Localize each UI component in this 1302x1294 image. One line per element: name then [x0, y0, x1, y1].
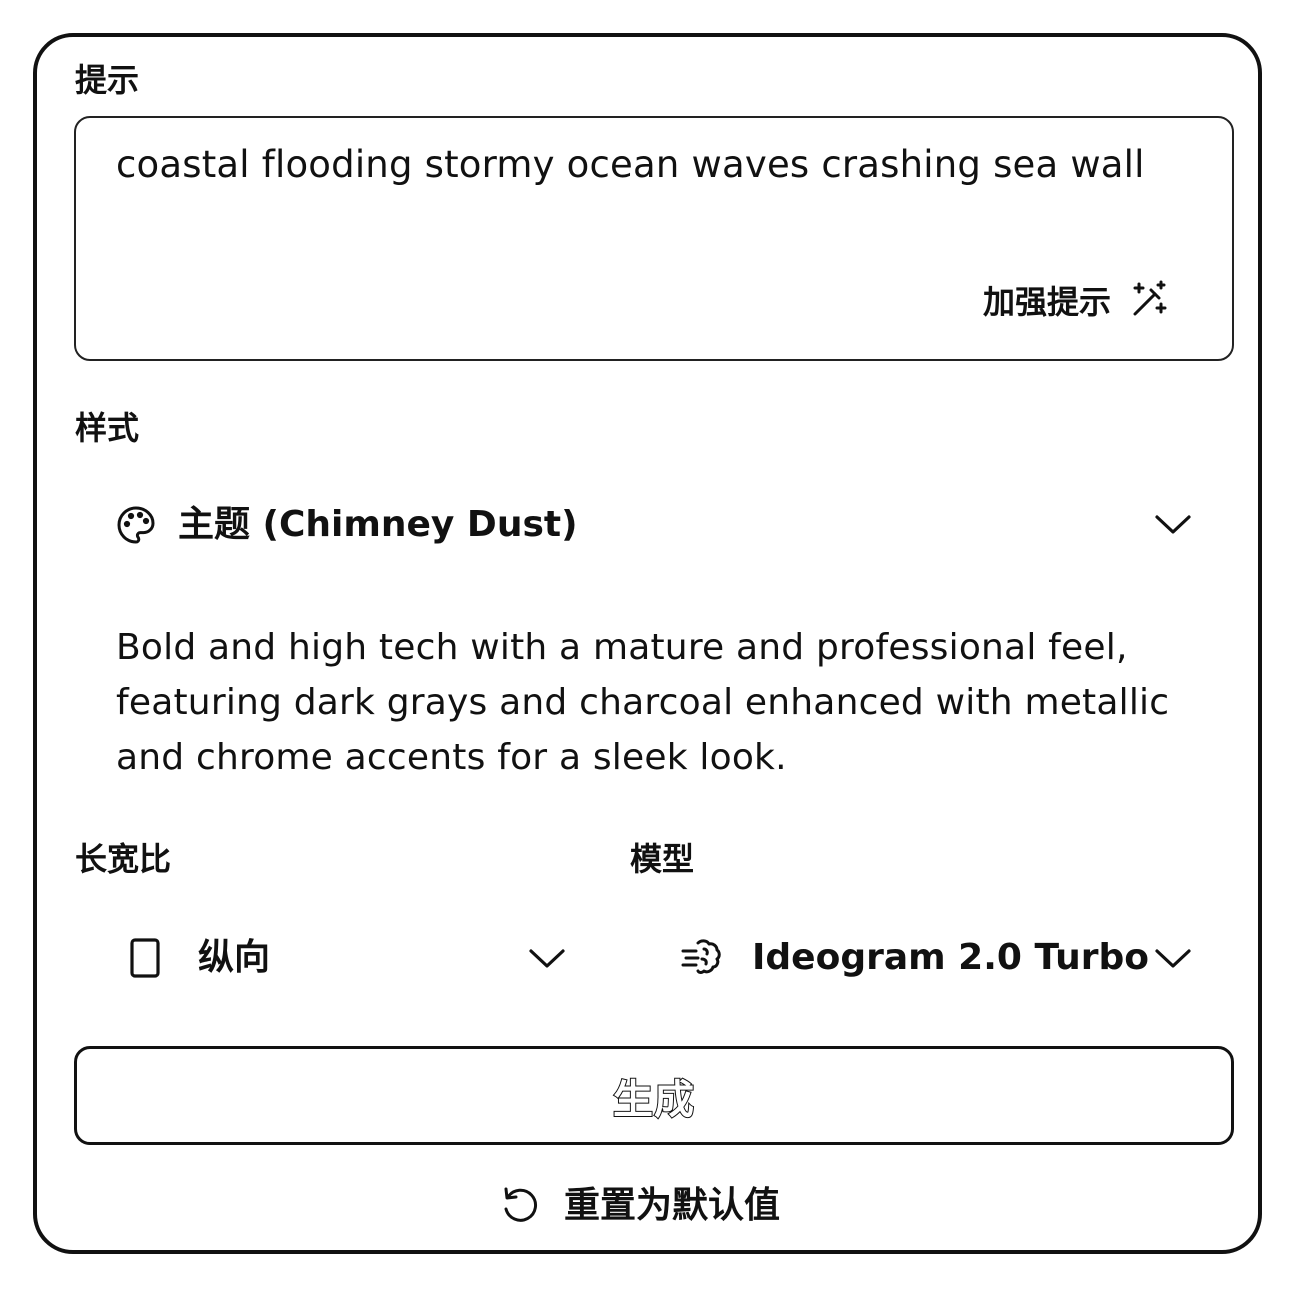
prompt-text[interactable]: coastal flooding stormy ocean waves cras… [116, 146, 1145, 183]
brain-speed-icon [680, 937, 722, 979]
magic-wand-icon [1129, 280, 1169, 324]
model-label: 模型 [630, 840, 695, 878]
chevron-down-icon [528, 945, 566, 975]
style-select[interactable]: 主题 (Chimney Dust) [116, 503, 1196, 547]
reset-to-default-button[interactable]: 重置为默认值 [500, 1183, 780, 1229]
portrait-rectangle-icon [128, 937, 162, 979]
style-selected-value: 主题 (Chimney Dust) [178, 504, 578, 545]
aspect-ratio-select[interactable]: 纵向 [128, 935, 570, 981]
enhance-prompt-label: 加强提示 [983, 283, 1112, 321]
chevron-down-icon [1154, 511, 1192, 541]
model-select[interactable]: Ideogram 2.0 Turbo [680, 935, 1194, 981]
generate-button-label: 生成 [612, 1076, 695, 1124]
prompt-label: 提示 [75, 61, 140, 99]
aspect-ratio-label: 长宽比 [75, 840, 172, 878]
enhance-prompt-button[interactable]: 加强提示 [983, 280, 1169, 324]
model-selected-value: Ideogram 2.0 Turbo [752, 937, 1149, 978]
style-description: Bold and high tech with a mature and pro… [116, 627, 1170, 778]
generate-button[interactable]: 生成 [74, 1046, 1234, 1145]
palette-icon [116, 505, 156, 545]
style-label: 样式 [75, 409, 140, 447]
chevron-down-icon [1154, 945, 1192, 975]
reset-label: 重置为默认值 [564, 1185, 781, 1226]
aspect-ratio-selected-value: 纵向 [198, 937, 271, 978]
undo-icon [500, 1185, 542, 1227]
